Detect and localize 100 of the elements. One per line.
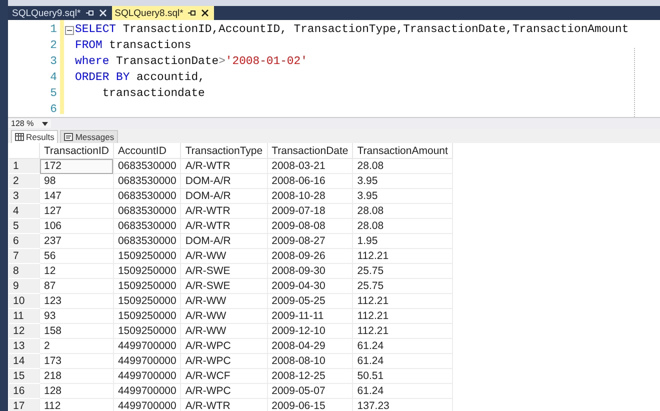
row-header[interactable]: 11 <box>9 308 40 324</box>
table-cell: 112 <box>40 398 114 411</box>
row-header[interactable]: 14 <box>9 354 40 368</box>
table-cell: 1509250000 <box>113 264 181 278</box>
table-cell: A/R-WPC <box>180 338 268 354</box>
column-header[interactable]: TransactionAmount <box>352 143 452 158</box>
grid-icon <box>15 133 24 141</box>
column-header[interactable]: TransactionDate <box>267 143 353 158</box>
row-header[interactable]: 4 <box>9 204 40 218</box>
table-cell: 123 <box>40 294 114 308</box>
table-cell: 112.21 <box>352 248 452 264</box>
table-cell: 1509250000 <box>113 248 181 264</box>
table-cell: 2009-06-15 <box>267 398 353 411</box>
table-cell: A/R-WW <box>180 324 268 338</box>
table-cell: 1509250000 <box>113 308 181 324</box>
table-cell: 2008-04-29 <box>267 338 353 354</box>
row-header[interactable]: 16 <box>9 384 40 398</box>
table-cell: A/R-WPC <box>180 384 268 398</box>
row-header[interactable]: 15 <box>9 368 40 384</box>
table-cell: 137.23 <box>352 398 452 411</box>
row-header[interactable]: 13 <box>9 338 40 354</box>
results-tab[interactable]: Results <box>11 130 58 143</box>
table-cell: A/R-WW <box>180 248 268 264</box>
row-header[interactable]: 7 <box>9 248 40 264</box>
table-cell: 1.95 <box>352 234 452 248</box>
message-icon <box>64 133 74 141</box>
table-cell: 25.75 <box>352 278 452 294</box>
table-cell: 2008-09-30 <box>267 264 353 278</box>
collapse-icon[interactable] <box>65 26 74 34</box>
table-cell: 3.95 <box>352 174 452 188</box>
editor-tab[interactable]: SQLQuery8.sql* <box>112 6 214 20</box>
table-cell: 127 <box>40 204 114 218</box>
row-header[interactable]: 17 <box>9 398 40 411</box>
table-cell: 2009-05-07 <box>267 384 353 398</box>
pin-icon[interactable] <box>188 9 196 17</box>
table-cell: 0683530000 <box>113 204 181 218</box>
table-cell: A/R-WTR <box>180 204 268 218</box>
table-cell: 2008-09-26 <box>267 248 353 264</box>
table-cell: 4499700000 <box>113 384 181 398</box>
table-cell: 2008-06-16 <box>267 174 353 188</box>
table-cell: 2009-08-08 <box>267 218 353 234</box>
table-cell: 0683530000 <box>113 188 181 204</box>
table-cell: 147 <box>40 188 114 204</box>
table-cell: 4499700000 <box>113 398 181 411</box>
table-cell: 128 <box>40 384 114 398</box>
row-header[interactable]: 8 <box>9 264 40 278</box>
table-cell: 61.24 <box>352 354 452 368</box>
line-number: 4 <box>49 71 58 86</box>
table-cell: 4499700000 <box>113 368 181 384</box>
table-cell: 3.95 <box>352 188 452 204</box>
table-cell: 218 <box>40 368 114 384</box>
table-cell: 172 <box>40 158 114 174</box>
column-header[interactable]: AccountID <box>113 143 181 158</box>
table-cell: 28.08 <box>352 158 452 174</box>
table-cell: A/R-WW <box>180 294 268 308</box>
row-header[interactable]: 5 <box>9 218 40 234</box>
table-cell: DOM-A/R <box>180 188 268 204</box>
table-cell: 1509250000 <box>113 294 181 308</box>
table-cell: 2 <box>40 338 114 354</box>
table-cell: 112.21 <box>352 294 452 308</box>
table-cell: 1509250000 <box>113 324 181 338</box>
results-tab[interactable]: Messages <box>60 130 118 143</box>
code-line: SELECT TransactionID,AccountID, TransactionType,TransactionDate,TransactionAmount <box>75 22 629 38</box>
table-cell: 173 <box>40 354 114 368</box>
table-cell: 28.08 <box>352 204 452 218</box>
row-header[interactable]: 12 <box>9 324 40 338</box>
table-cell: 2009-05-25 <box>267 294 353 308</box>
table-cell: 0683530000 <box>113 174 181 188</box>
close-icon[interactable] <box>201 9 210 17</box>
row-header[interactable]: 2 <box>9 174 40 188</box>
line-number: 1 <box>49 23 58 38</box>
table-cell: 28.08 <box>352 218 452 234</box>
table-cell: 112.21 <box>352 308 452 324</box>
row-header[interactable]: 3 <box>9 188 40 204</box>
table-cell: 2008-12-25 <box>267 368 353 384</box>
table-cell: A/R-WCF <box>180 368 268 384</box>
table-cell: A/R-SWE <box>180 264 268 278</box>
caret-icon <box>42 122 48 126</box>
row-header[interactable]: 10 <box>9 294 40 308</box>
table-cell: 2009-08-27 <box>267 234 353 248</box>
line-number: 5 <box>49 87 58 102</box>
table-cell: A/R-WW <box>180 308 268 324</box>
table-cell: 61.24 <box>352 338 452 354</box>
table-cell: A/R-SWE <box>180 278 268 294</box>
row-header[interactable]: 6 <box>9 234 40 248</box>
row-header[interactable]: 1 <box>9 158 40 174</box>
code-line: where TransactionDate>'2008-01-02' <box>75 54 308 70</box>
table-cell: DOM-A/R <box>180 234 268 248</box>
table-cell: 158 <box>40 324 114 338</box>
column-header[interactable]: TransactionType <box>180 143 268 158</box>
zoom-dropdown[interactable]: 128 % <box>8 119 51 128</box>
table-cell: 2008-10-28 <box>267 188 353 204</box>
row-header[interactable]: 9 <box>9 278 40 294</box>
table-cell: 98 <box>40 174 114 188</box>
table-cell: A/R-WTR <box>180 398 268 411</box>
code-line: ORDER BY accountid, <box>75 70 205 86</box>
table-cell: 2009-11-11 <box>267 308 353 324</box>
code-editor[interactable]: 1 2 3 4 5 6 SELECT TransactionID,AccountID, TransactionType,TransactionDate,TransactionAmount FROM transactions where TransactionDate>'2008-01-02' ORDER BY accountid, transactiondate <box>8 20 660 118</box>
line-number: 2 <box>49 39 58 54</box>
table-cell: DOM-A/R <box>180 174 268 188</box>
